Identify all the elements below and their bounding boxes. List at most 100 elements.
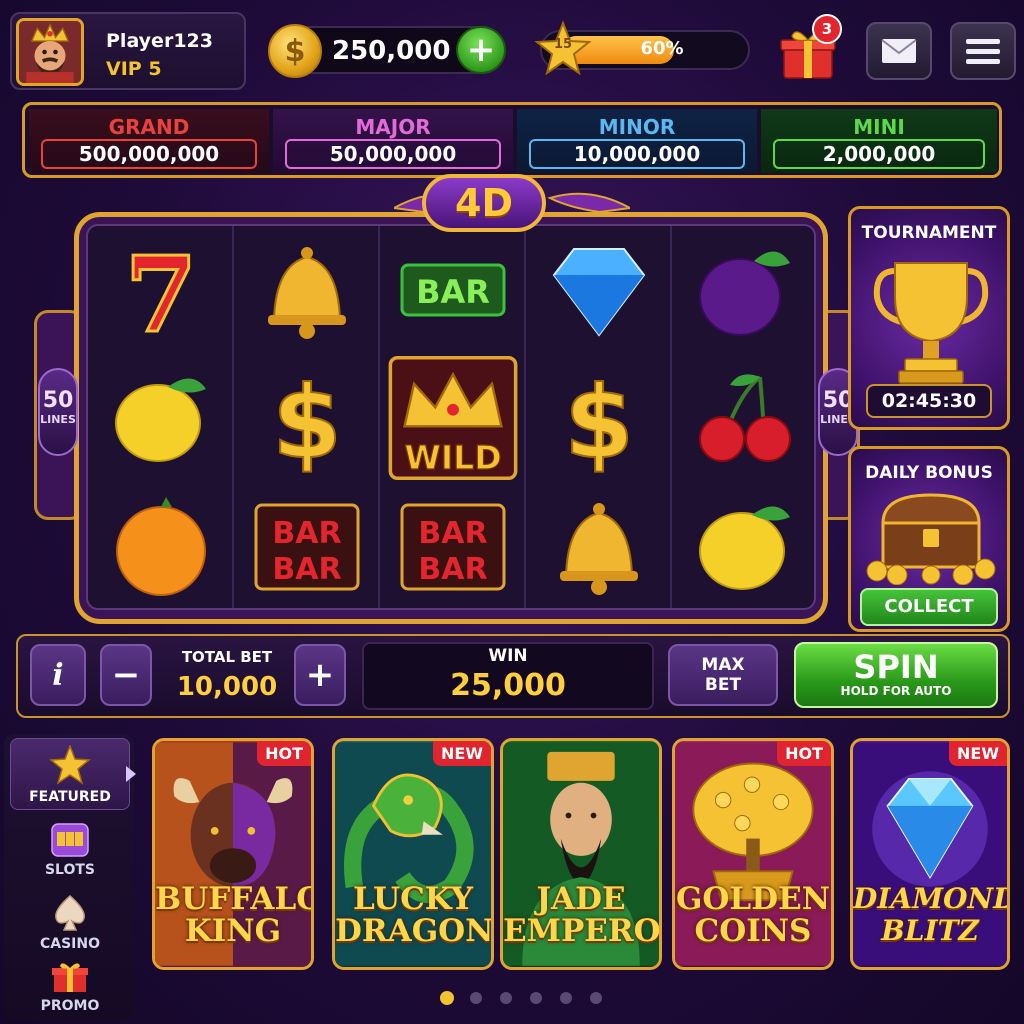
page-dot[interactable] <box>560 992 572 1004</box>
lines-number: 50 <box>42 388 74 413</box>
max-bet-button[interactable]: MAX BET <box>668 644 778 706</box>
game-tile-diamond-blitz[interactable]: DIAMOND BLITZ NEW <box>850 738 1010 970</box>
jackpot-minor: MINOR 10,000,000 <box>517 109 757 173</box>
new-badge: NEW <box>433 741 491 766</box>
total-bet-label: TOTAL BET <box>181 648 273 666</box>
game-title: LUCKY DRAGON <box>335 881 494 949</box>
star-icon <box>49 745 91 785</box>
jackpot-label: MINOR <box>598 115 676 139</box>
decrease-bet-button[interactable]: − <box>100 644 152 706</box>
spin-label: SPIN <box>853 648 939 686</box>
lines-label: LINES <box>40 413 76 426</box>
hot-badge: HOT <box>777 741 831 766</box>
vip-level: VIP 5 <box>106 58 162 80</box>
slot-machine-icon <box>51 823 89 857</box>
total-bet-value: 10,000 <box>176 672 278 702</box>
lemon-symbol-icon <box>672 482 814 608</box>
reel-5 <box>672 226 814 608</box>
game-tile-golden-coins[interactable]: GOLDEN COINS HOT <box>672 738 834 970</box>
wild-symbol-icon: WILD <box>380 354 526 482</box>
gift-icon <box>52 963 88 992</box>
jackpot-mini: MINI 2,000,000 <box>761 109 997 173</box>
tournament-timer: 02:45:30 <box>866 384 992 418</box>
game-tile-lucky-dragon[interactable]: LUCKY DRAGON NEW <box>332 738 494 970</box>
page-dot[interactable] <box>470 992 482 1004</box>
coin-value: 250,000 <box>332 36 451 66</box>
bar-symbol-icon: BAR <box>380 226 526 354</box>
new-badge: NEW <box>949 741 1007 766</box>
menu-button[interactable] <box>950 22 1016 80</box>
page-dot[interactable] <box>440 991 454 1005</box>
active-category-arrow-icon <box>126 766 136 782</box>
coin-balance: $ 250,000 + <box>268 24 506 78</box>
player-name: Player123 <box>106 30 213 52</box>
jackpot-value: 2,000,000 <box>773 139 985 169</box>
game-title: JADE EMPEROR <box>503 881 661 949</box>
category-label: SLOTS <box>44 862 96 878</box>
reel-3: BAR WILD BAR BAR <box>380 226 526 608</box>
diamond-symbol-icon <box>526 226 672 354</box>
add-coins-button[interactable]: + <box>456 26 506 74</box>
seven-symbol-icon: 7 <box>88 226 234 354</box>
page-dot[interactable] <box>530 992 542 1004</box>
level-progress: 60% 15 <box>534 20 750 76</box>
reel-4: $ <box>526 226 672 608</box>
win-value: 25,000 <box>450 668 566 703</box>
svg-text:WILD: WILD <box>404 438 501 477</box>
coin-icon: $ <box>268 24 322 78</box>
max-bet-line1: MAX <box>701 655 745 675</box>
category-featured[interactable]: FEATURED <box>10 738 130 810</box>
category-promo[interactable]: PROMO <box>10 960 130 1016</box>
jackpot-value: 500,000,000 <box>41 139 257 169</box>
spin-hold-hint: HOLD FOR AUTO <box>840 684 952 698</box>
carousel-pagination <box>440 991 620 1006</box>
reel-1: 7 <box>88 226 234 608</box>
jackpot-grand: GRAND 500,000,000 <box>29 109 269 173</box>
trophy-icon <box>873 262 989 384</box>
category-casino[interactable]: CASINO <box>10 894 130 952</box>
mail-button[interactable] <box>866 22 932 80</box>
svg-text:BAR: BAR <box>272 552 341 587</box>
bell-symbol-icon <box>526 482 672 608</box>
jackpot-value: 10,000,000 <box>529 139 745 169</box>
bell-symbol-icon <box>234 226 380 354</box>
collect-bonus-button[interactable]: COLLECT <box>860 588 998 626</box>
game-tile-buffalo-king[interactable]: BUFFALO KING HOT <box>152 738 314 970</box>
hot-badge: HOT <box>257 741 311 766</box>
info-button[interactable]: i <box>30 644 86 706</box>
jackpot-label: MAJOR <box>355 115 431 139</box>
envelope-icon <box>881 39 917 63</box>
page-dot[interactable] <box>590 992 602 1004</box>
cherry-symbol-icon <box>672 354 814 482</box>
svg-text:BAR: BAR <box>418 552 487 587</box>
hamburger-menu-icon <box>966 39 1000 64</box>
dollar-symbol-icon: $ <box>526 354 672 482</box>
page-dot[interactable] <box>500 992 512 1004</box>
game-4d-badge: 4D <box>422 174 546 232</box>
tournament-title: TOURNAMENT <box>861 223 997 243</box>
win-label: WIN <box>488 646 528 666</box>
jackpot-major: MAJOR 50,000,000 <box>273 109 513 173</box>
max-bet-line2: BET <box>704 675 742 695</box>
svg-text:7: 7 <box>125 235 197 345</box>
spade-icon <box>55 895 85 931</box>
category-slots[interactable]: SLOTS <box>10 820 130 878</box>
jackpot-label: GRAND <box>108 115 190 139</box>
jackpot-label: MINI <box>853 115 905 139</box>
player-avatar[interactable] <box>16 18 84 86</box>
plus-icon: + <box>466 30 496 70</box>
increase-bet-button[interactable]: + <box>294 644 346 706</box>
game-title: BUFFALO KING <box>155 881 314 949</box>
player-profile[interactable]: Player123 VIP 5 <box>10 12 246 90</box>
category-label: FEATURED <box>29 789 111 805</box>
svg-text:BAR: BAR <box>416 273 490 311</box>
game-title: GOLDEN COINS <box>675 881 831 949</box>
svg-text:$: $ <box>564 364 634 473</box>
orange-symbol-icon <box>88 482 234 608</box>
reel-area[interactable]: 7 $ BAR BAR BAR WILD BAR BAR $ <box>86 224 816 610</box>
game-tile-jade-emperor[interactable]: JADE EMPEROR <box>500 738 662 970</box>
lemon-symbol-icon <box>88 354 234 482</box>
level-number: 15 <box>553 37 573 52</box>
category-label: CASINO <box>39 936 101 952</box>
spin-button[interactable]: SPIN HOLD FOR AUTO <box>794 642 998 708</box>
